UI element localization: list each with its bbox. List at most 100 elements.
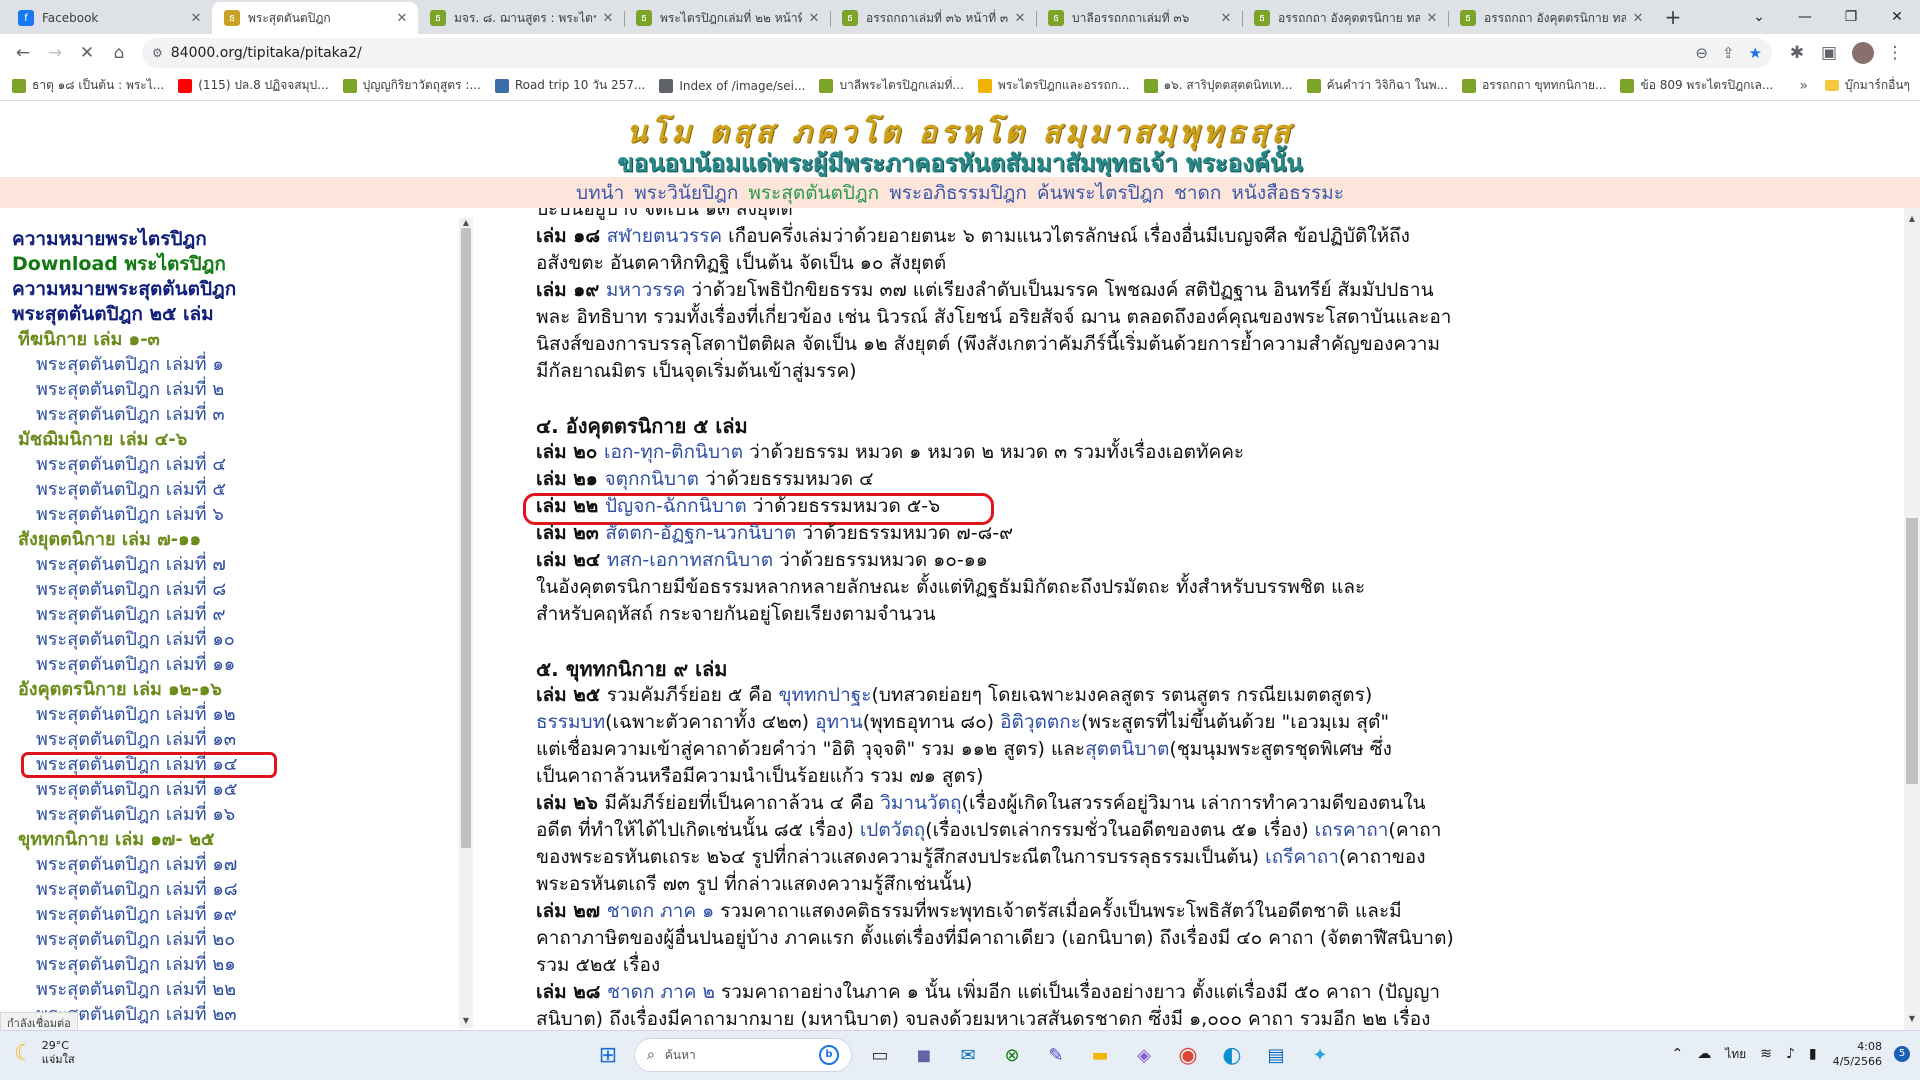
text-link[interactable]: เถรคาถา	[1315, 819, 1389, 841]
nav-link[interactable]: พระวินัยปิฎก	[634, 178, 738, 208]
network-map-icon[interactable]: ✦	[1302, 1037, 1338, 1073]
nav-link[interactable]: พระสุตตันตปิฎก	[748, 178, 879, 208]
text-link[interactable]: ทสก-เอกาทสกนิบาต	[607, 549, 773, 571]
text-link[interactable]: เถรีคาถา	[1265, 846, 1339, 868]
speaker-icon[interactable]: ♪	[1786, 1046, 1795, 1062]
nav-link[interactable]: ชาดก	[1174, 178, 1221, 208]
stop-loading-icon[interactable]: ✕	[72, 38, 102, 68]
copilot-icon[interactable]: ◈	[1126, 1037, 1162, 1073]
task-view-icon[interactable]: ▭	[862, 1037, 898, 1073]
text-link[interactable]: วิมานวัตถุ	[880, 792, 961, 814]
profile-avatar[interactable]	[1852, 41, 1874, 64]
browser-tab[interactable]: ธ พระสุตตันตปิฎก ✕	[212, 2, 418, 34]
bookmark-item[interactable]: ค้นคำว่า วิจิกิฉา ในพ...	[1306, 76, 1448, 95]
bing-icon[interactable]: b	[819, 1045, 839, 1065]
nav-link[interactable]: บทนำ	[576, 178, 624, 208]
text-link[interactable]: เปตวัตถุ	[860, 819, 925, 841]
extensions-icon[interactable]: ✱	[1782, 38, 1812, 68]
forward-icon[interactable]: →	[40, 38, 70, 68]
back-icon[interactable]: ←	[8, 38, 38, 68]
wifi-icon[interactable]: ≋	[1760, 1046, 1772, 1062]
scroll-down-icon[interactable]: ▼	[459, 1016, 473, 1028]
address-bar[interactable]: ⚙ 84000.org/tipitaka/pitaka2/ ⊖ ⇪ ★	[142, 37, 1772, 68]
url-text[interactable]: 84000.org/tipitaka/pitaka2/	[171, 45, 1682, 61]
browser-tab[interactable]: ธ อรรถกถา อังคุตตรนิกาย ทสกนิ ✕	[1242, 2, 1448, 34]
text-link[interactable]: ปัญจก-ฉักกนิบาต	[605, 495, 747, 517]
bookmark-item[interactable]: ปุญญกิริยาวัตถุสูตร :...	[342, 76, 481, 95]
bookmark-item[interactable]: พระไตรปิฎกและอรรถก...	[977, 76, 1130, 95]
text-link[interactable]: ธรรมบท	[536, 711, 605, 733]
side-panel-icon[interactable]: ▣	[1814, 38, 1844, 68]
text-link[interactable]: สุตตนิบาต	[1085, 738, 1169, 760]
bookmark-item[interactable]: บาลีพระไตรปิฎกเล่มที่...	[819, 76, 964, 95]
browser-tab[interactable]: f Facebook ✕	[6, 2, 212, 34]
new-tab-icon[interactable]: +	[1658, 2, 1688, 32]
browser-tab[interactable]: ธ อรรถกถาเล่มที่ ๓๖ หน้าที่ ๓๐๘ ✕	[830, 2, 1036, 34]
zoom-icon[interactable]: ⊖	[1695, 44, 1708, 62]
close-icon[interactable]: ✕	[1630, 11, 1646, 26]
close-icon[interactable]: ✕	[1424, 11, 1440, 26]
edge-icon[interactable]: ◐	[1214, 1037, 1250, 1073]
close-icon[interactable]: ✕	[188, 11, 204, 26]
bookmark-star-icon[interactable]: ★	[1749, 44, 1762, 62]
taskbar-search[interactable]: ⌕ ค้นหา b	[634, 1038, 852, 1072]
text-link[interactable]: ชาดก ภาค ๑	[607, 900, 714, 922]
chat-icon[interactable]: ◼	[906, 1037, 942, 1073]
home-icon[interactable]: ⌂	[104, 38, 134, 68]
minimize-icon[interactable]: —	[1782, 0, 1828, 34]
browser-tab[interactable]: ธ อรรถกถา อังคุตตรนิกาย ทสกนิ ✕	[1448, 2, 1654, 34]
close-icon[interactable]: ✕	[600, 11, 616, 26]
notification-badge[interactable]: 5	[1894, 1046, 1910, 1062]
more-bookmarks-icon[interactable]: »	[1799, 78, 1808, 94]
bookmark-item[interactable]: ๑๖. สาริปุตตสุตตนิทเท...	[1143, 76, 1293, 95]
close-icon[interactable]: ✕	[1218, 11, 1234, 26]
close-icon[interactable]: ✕	[1012, 11, 1028, 26]
close-icon[interactable]: ✕	[806, 11, 822, 26]
nav-link[interactable]: หนังสือธรรมะ	[1231, 178, 1344, 208]
browser-tab[interactable]: ธ มจร. ๘. ฌานสูตร : พระไตรปิฎก ✕	[418, 2, 624, 34]
bookmark-item[interactable]: (115) ปล.8 ปฏิจจสมุป...	[178, 76, 329, 95]
scroll-down-icon[interactable]: ▼	[1904, 1014, 1920, 1028]
store-icon[interactable]: ▤	[1258, 1037, 1294, 1073]
file-explorer-icon[interactable]: ▬	[1082, 1037, 1118, 1073]
browser-tab[interactable]: ธ พระไตรปิฎกเล่มที่ ๒๒ หน้าที่ ๒ ✕	[624, 2, 830, 34]
window-close-icon[interactable]: ✕	[1874, 0, 1920, 34]
tab-search-icon[interactable]: ⌄	[1736, 0, 1782, 34]
text-link[interactable]: อุทาน	[815, 711, 863, 733]
language-indicator[interactable]: ไทย	[1725, 1045, 1746, 1064]
bookmark-item[interactable]: อรรถกถา ขุททกนิกาย...	[1462, 76, 1606, 95]
mail-icon[interactable]: ✉	[950, 1037, 986, 1073]
weather-widget[interactable]: ☾ 29°C แจ่มใส	[14, 1039, 75, 1067]
text-link[interactable]: มหาวรรค	[606, 279, 686, 301]
menu-icon[interactable]: ⋮	[1880, 38, 1910, 68]
restore-icon[interactable]: ❐	[1828, 0, 1874, 34]
scroll-up-icon[interactable]: ▲	[1904, 214, 1920, 228]
sidebar-scroll-thumb[interactable]	[461, 228, 471, 848]
text-link[interactable]: จตุกกนิบาต	[604, 468, 699, 490]
battery-icon[interactable]: ▮	[1809, 1046, 1817, 1062]
chevron-up-icon[interactable]: ⌃	[1671, 1046, 1683, 1062]
nav-link[interactable]: ค้นพระไตรปิฎก	[1037, 178, 1164, 208]
clock[interactable]: 4:08 4/5/2566	[1833, 1039, 1882, 1069]
nav-link[interactable]: พระอภิธรรมปิฎก	[889, 178, 1027, 208]
pen-app-icon[interactable]: ✎	[1038, 1037, 1074, 1073]
bookmark-item[interactable]: ธาตุ ๑๘ เป็นต้น : พระไ...	[12, 76, 164, 95]
share-icon[interactable]: ⇪	[1722, 44, 1735, 62]
info-icon[interactable]: ⚙	[152, 46, 163, 60]
text-link[interactable]: ชาดก ภาค ๒	[607, 981, 715, 1003]
start-icon[interactable]: ⊞	[590, 1037, 626, 1073]
other-bookmarks[interactable]: บุ๊กมาร์กอื่นๆ	[1824, 76, 1910, 95]
browser-tab[interactable]: ธ บาลีอรรถกถาเล่มที่ ๓๖ ✕	[1036, 2, 1242, 34]
cloud-icon[interactable]: ☁	[1697, 1046, 1711, 1062]
xbox-icon[interactable]: ⊗	[994, 1037, 1030, 1073]
text-link[interactable]: ขุททกปาฐะ	[778, 684, 871, 706]
text-link[interactable]: อิติวุตตกะ	[1000, 711, 1081, 733]
page-scroll-thumb[interactable]	[1906, 518, 1918, 784]
text-link[interactable]: สัตตก-อัฏฐก-นวกนิบาต	[605, 522, 796, 544]
close-icon[interactable]: ✕	[394, 11, 410, 26]
bookmark-item[interactable]: ข้อ 809 พระไตรปิฎกเล...	[1620, 76, 1773, 95]
chrome-icon[interactable]: ◉	[1170, 1037, 1206, 1073]
bookmark-item[interactable]: Road trip 10 วัน 257...	[494, 76, 645, 95]
text-link[interactable]: สฬายตนวรรค	[607, 225, 723, 247]
text-link[interactable]: เอก-ทุก-ติกนิบาต	[604, 441, 743, 463]
